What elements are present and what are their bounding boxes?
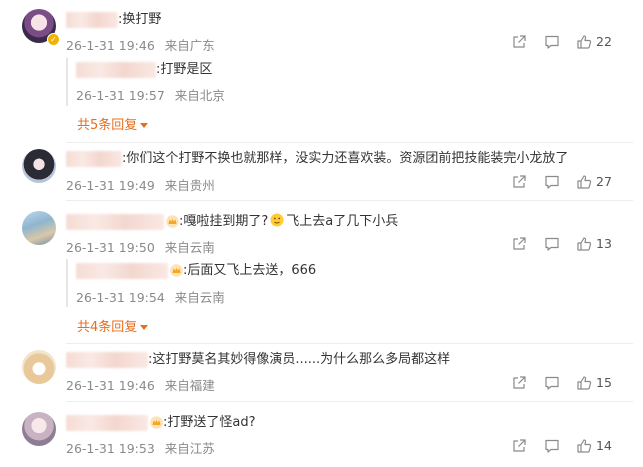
crown-icon [170,264,183,277]
reply-time: 26-1-31 19:57 [76,88,165,103]
blurred-username[interactable] [66,150,122,167]
divider [66,401,633,402]
crown-icon [150,416,163,429]
blurred-username[interactable] [66,213,164,230]
more-replies-label: 共5条回复 [77,118,138,133]
comment-text: :你们这个打野不换也就那样，没实力还喜欢装。资源团前把技能装完小龙放了 [122,151,569,166]
comment-meta: 26-1-31 19:50 来自云南 [66,237,215,256]
like-icon[interactable] [576,34,592,50]
comment-time: 26-1-31 19:53 [66,441,155,456]
like-icon[interactable] [576,375,592,391]
like-icon[interactable] [576,174,592,190]
comment-actions: 14 [511,438,627,456]
reply: :后面又飞上去送，666 26-1-31 19:54 来自云南 [66,259,466,307]
share-icon[interactable] [511,236,527,252]
comment-text: :换打野 [118,12,162,27]
comment-meta: 26-1-31 19:46 来自广东 [66,35,215,54]
comment-icon[interactable] [544,438,560,454]
share-icon[interactable] [511,34,527,50]
divider [66,200,633,201]
reply: :打野是区 26-1-31 19:57 来自北京 [66,58,466,106]
comment-meta: 26-1-31 19:49 来自贵州 [66,175,215,194]
share-icon[interactable] [511,174,527,190]
reply-time: 26-1-31 19:54 [76,290,165,305]
comment-text: :嘎啦挂到期了? [179,214,269,229]
comment-time: 26-1-31 19:46 [66,378,155,393]
verified-icon: ✓ [47,33,60,46]
avatar[interactable] [22,412,56,446]
comment-time: 26-1-31 19:50 [66,240,155,255]
comment-location: 来自福建 [164,378,215,393]
avatar[interactable] [22,350,56,384]
comment-text-line: :换打野 [66,11,161,29]
like-count: 14 [596,438,612,453]
comment-text: :这打野莫名其妙得像演员......为什么那么多局都这样 [148,352,451,367]
reply-location: 来自云南 [174,290,225,305]
reply-text-line: :后面又飞上去送，666 [76,262,316,280]
reply-divider [66,259,68,307]
avatar[interactable] [22,149,56,183]
emoji-icon [270,213,284,227]
reply-divider [66,58,68,106]
reply-text-line: :打野是区 [76,61,212,79]
comment-actions: 27 [511,174,627,192]
blurred-username[interactable] [66,11,118,28]
like-count: 13 [596,236,612,251]
more-replies-link[interactable]: 共5条回复 [77,114,149,133]
reply-text: :打野是区 [156,62,213,77]
crown-icon [166,215,179,228]
comment-location: 来自贵州 [164,178,215,193]
reply-location: 来自北京 [174,88,225,103]
comment-icon[interactable] [544,375,560,391]
comment-text-line: :打野送了怪ad? [66,414,256,432]
comment-text-continued: 飞上去a了几下小兵 [286,214,399,229]
more-replies-link[interactable]: 共4条回复 [77,316,149,335]
comment-meta: 26-1-31 19:53 来自江苏 [66,438,215,457]
reply-meta: 26-1-31 19:57 来自北京 [76,85,225,104]
share-icon[interactable] [511,438,527,454]
avatar[interactable] [22,211,56,245]
comment-actions: 22 [511,34,627,52]
comment-text-line: :你们这个打野不换也就那样，没实力还喜欢装。资源团前把技能装完小龙放了 [66,150,568,168]
more-replies-label: 共4条回复 [77,320,138,335]
like-icon[interactable] [576,438,592,454]
blurred-username[interactable] [66,414,148,431]
blurred-username[interactable] [76,61,156,78]
comment-actions: 15 [511,375,627,393]
reply-text: :后面又飞上去送，666 [183,263,317,278]
comment-text: :打野送了怪ad? [163,415,256,430]
share-icon[interactable] [511,375,527,391]
comment-time: 26-1-31 19:49 [66,178,155,193]
comment-time: 26-1-31 19:46 [66,38,155,53]
like-count: 27 [596,174,612,189]
like-icon[interactable] [576,236,592,252]
comment-text-line: :这打野莫名其妙得像演员......为什么那么多局都这样 [66,351,450,369]
divider [66,343,633,344]
divider [66,142,633,143]
blurred-username[interactable] [66,351,148,368]
comment-icon[interactable] [544,236,560,252]
comment-location: 来自云南 [164,240,215,255]
blurred-username[interactable] [76,262,168,279]
comment-location: 来自江苏 [164,441,215,456]
reply-meta: 26-1-31 19:54 来自云南 [76,287,225,306]
comment-text-line: :嘎啦挂到期了? 飞上去a了几下小兵 [66,213,398,231]
chevron-down-icon [140,123,149,128]
comment-icon[interactable] [544,174,560,190]
chevron-down-icon [140,325,149,330]
comment-location: 来自广东 [164,38,215,53]
comment-actions: 13 [511,236,627,254]
comment-meta: 26-1-31 19:46 来自福建 [66,375,215,394]
comment-icon[interactable] [544,34,560,50]
like-count: 22 [596,34,612,49]
like-count: 15 [596,375,612,390]
